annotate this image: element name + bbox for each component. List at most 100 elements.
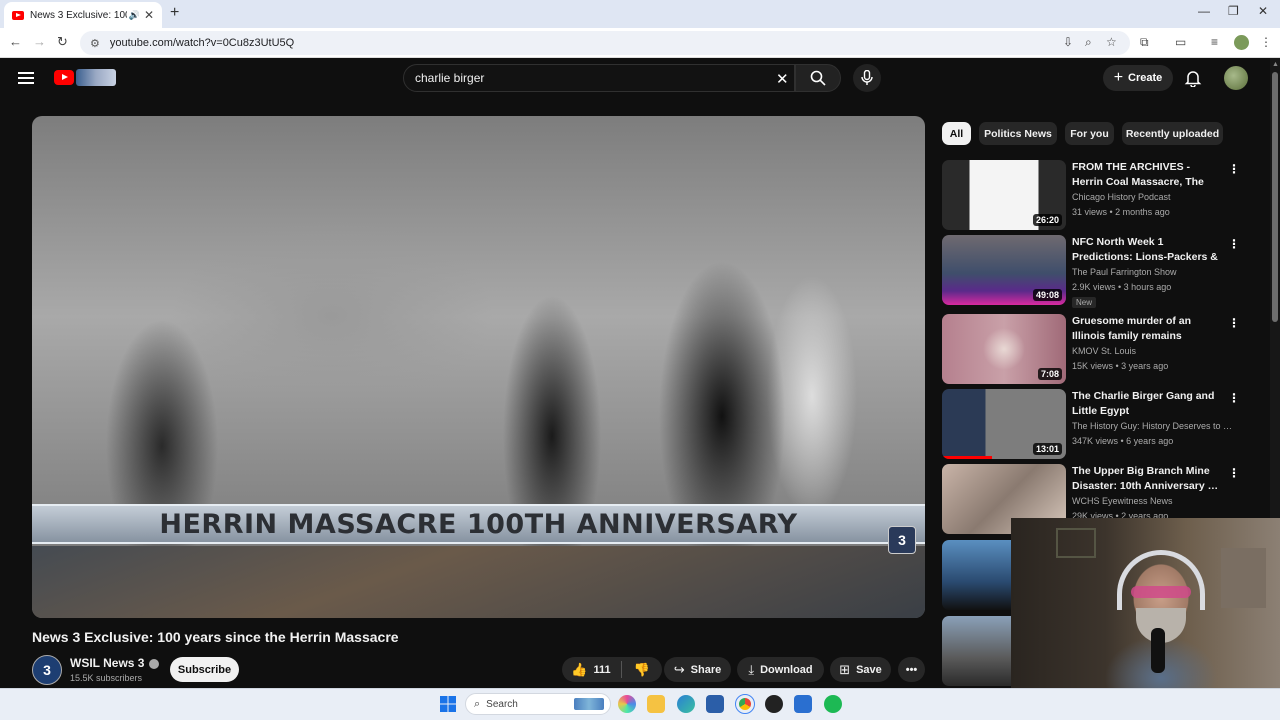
thumbs-up-icon: 👍: [571, 661, 588, 677]
more-vertical-icon[interactable]: ⋮: [1228, 466, 1240, 480]
windows-start-icon[interactable]: [440, 696, 456, 712]
browser-profile-avatar[interactable]: [1234, 35, 1249, 50]
more-vertical-icon[interactable]: ⋮: [1228, 237, 1240, 251]
new-tab-button[interactable]: +: [170, 4, 179, 22]
reload-icon[interactable]: ↻: [57, 34, 68, 50]
recommendation-channel[interactable]: WCHS Eyewitness News: [1072, 496, 1237, 506]
recommendation-title[interactable]: NFC North Week 1 Predictions: Lions-Pack…: [1072, 235, 1222, 265]
chrome-icon[interactable]: [735, 694, 755, 714]
recommendation-title[interactable]: The Upper Big Branch Mine Disaster: 10th…: [1072, 464, 1222, 494]
recommendation-title[interactable]: FROM THE ARCHIVES - Herrin Coal Massacre…: [1072, 160, 1222, 190]
back-arrow-icon[interactable]: ←: [9, 34, 22, 49]
video-thumbnail[interactable]: 7:08: [942, 314, 1066, 384]
taskbar-search[interactable]: ⌕ Search: [465, 693, 611, 715]
youtube-doodle[interactable]: [76, 69, 116, 86]
recommendation-title[interactable]: Gruesome murder of an Illinois family re…: [1072, 314, 1222, 344]
video-lower-graphic: [32, 546, 925, 618]
copilot-icon[interactable]: [618, 695, 636, 713]
address-bar[interactable]: ⚙ youtube.com/watch?v=0Cu8z3UtU5Q: [80, 31, 1130, 55]
save-label: Save: [856, 663, 882, 676]
clear-search-icon[interactable]: ✕: [776, 70, 789, 88]
bookshelf: [1221, 548, 1266, 608]
youtube-favicon-icon: [12, 10, 24, 20]
like-button[interactable]: 👍 111: [562, 657, 620, 682]
subscribe-button[interactable]: Subscribe: [170, 657, 239, 682]
browser-toolbar: ← → ↻ ⚙ youtube.com/watch?v=0Cu8z3UtU5Q …: [0, 28, 1280, 58]
tab-close-icon[interactable]: ✕: [144, 8, 154, 22]
new-badge: New: [1072, 297, 1097, 308]
search-icon: [810, 70, 826, 86]
file-explorer-icon[interactable]: [647, 695, 665, 713]
windows-taskbar: [0, 688, 1280, 720]
speaker-icon[interactable]: 🔊: [129, 10, 140, 21]
subscriber-count: 15.5K subscribers: [70, 673, 143, 683]
account-avatar[interactable]: [1224, 66, 1248, 90]
recommendation-item[interactable]: 26:20 FROM THE ARCHIVES - Herrin Coal Ma…: [942, 160, 1242, 230]
spotify-icon[interactable]: [824, 695, 842, 713]
obs-icon[interactable]: [765, 695, 783, 713]
channel-name[interactable]: WSIL News 3: [70, 656, 160, 670]
create-button[interactable]: + Create: [1103, 65, 1173, 91]
search-input[interactable]: charlie birger: [403, 64, 795, 92]
restore-button[interactable]: ❐: [1228, 4, 1239, 18]
recommendation-channel[interactable]: The Paul Farrington Show: [1072, 267, 1237, 277]
recommendation-channel[interactable]: Chicago History Podcast: [1072, 192, 1237, 202]
plus-icon: +: [1113, 69, 1124, 86]
forward-arrow-icon[interactable]: →: [33, 34, 46, 49]
like-count: 111: [593, 663, 611, 676]
extensions-icon[interactable]: ⧉: [1140, 35, 1149, 50]
cast-icon[interactable]: ▭: [1175, 35, 1186, 49]
store-icon[interactable]: [706, 695, 724, 713]
voice-search-button[interactable]: [853, 64, 881, 92]
video-thumbnail[interactable]: 13:01: [942, 389, 1066, 459]
save-button[interactable]: ⊞ Save: [830, 657, 891, 682]
chip-all[interactable]: All: [942, 122, 971, 145]
scrollbar-thumb[interactable]: [1272, 72, 1278, 322]
edge-icon[interactable]: [677, 695, 695, 713]
recommendation-channel[interactable]: KMOV St. Louis: [1072, 346, 1237, 356]
install-icon[interactable]: ⇩: [1063, 35, 1073, 49]
recommendation-meta: 15K views • 3 years ago: [1072, 361, 1169, 371]
download-label: Download: [760, 663, 813, 676]
chip-for-you[interactable]: For you: [1065, 122, 1114, 145]
share-button[interactable]: ↪ Share: [664, 657, 731, 682]
chrome-menu-icon[interactable]: ⋮: [1260, 35, 1272, 49]
site-info-icon[interactable]: ⚙: [90, 37, 100, 50]
scroll-up-icon[interactable]: ▲: [1272, 61, 1279, 68]
video-duration: 13:01: [1032, 443, 1062, 455]
notifications-bell-icon[interactable]: [1184, 69, 1202, 87]
download-button[interactable]: ⤓ Download: [737, 657, 824, 682]
recommendation-item[interactable]: 13:01 The Charlie Birger Gang and Little…: [942, 389, 1242, 459]
reading-list-icon[interactable]: ≡: [1211, 35, 1218, 49]
video-duration: 49:08: [1032, 289, 1062, 301]
recommendation-meta: 347K views • 6 years ago: [1072, 436, 1174, 446]
photos-icon[interactable]: [794, 695, 812, 713]
bookmark-star-icon[interactable]: ☆: [1106, 35, 1117, 49]
recommendation-title[interactable]: The Charlie Birger Gang and Little Egypt: [1072, 389, 1222, 419]
video-thumbnail[interactable]: 26:20: [942, 160, 1066, 230]
recommendation-meta: 2.9K views • 3 hours ago: [1072, 282, 1172, 292]
chip-recently-uploaded[interactable]: Recently uploaded: [1122, 122, 1223, 145]
minimize-button[interactable]: —: [1198, 4, 1210, 18]
recommendation-meta: 31 views • 2 months ago: [1072, 207, 1170, 217]
recommendation-item[interactable]: 49:08 NFC North Week 1 Predictions: Lion…: [942, 235, 1242, 308]
channel-avatar[interactable]: 3: [32, 655, 62, 685]
recommendation-item[interactable]: 7:08 Gruesome murder of an Illinois fami…: [942, 314, 1242, 384]
window-close-button[interactable]: ✕: [1258, 4, 1268, 18]
video-thumbnail[interactable]: 49:08: [942, 235, 1066, 305]
dislike-button[interactable]: 👎: [623, 657, 661, 682]
youtube-logo[interactable]: [54, 70, 74, 85]
recommendation-channel[interactable]: The History Guy: History Deserves to Be …: [1072, 421, 1237, 431]
browser-tab-active[interactable]: News 3 Exclusive: 100 years 🔊 ✕: [4, 2, 162, 28]
zoom-icon[interactable]: ⌕: [1085, 35, 1092, 50]
more-actions-button[interactable]: •••: [898, 657, 925, 682]
channel-name-text: WSIL News 3: [70, 656, 145, 670]
more-vertical-icon[interactable]: ⋮: [1228, 162, 1240, 176]
microphone: [1151, 628, 1165, 673]
menu-icon[interactable]: [18, 72, 34, 84]
more-vertical-icon[interactable]: ⋮: [1228, 391, 1240, 405]
video-player[interactable]: HERRIN MASSACRE 100TH ANNIVERSARY 3: [32, 116, 925, 618]
more-vertical-icon[interactable]: ⋮: [1228, 316, 1240, 330]
search-button[interactable]: [795, 64, 841, 92]
chip-politics-news[interactable]: Politics News: [979, 122, 1057, 145]
